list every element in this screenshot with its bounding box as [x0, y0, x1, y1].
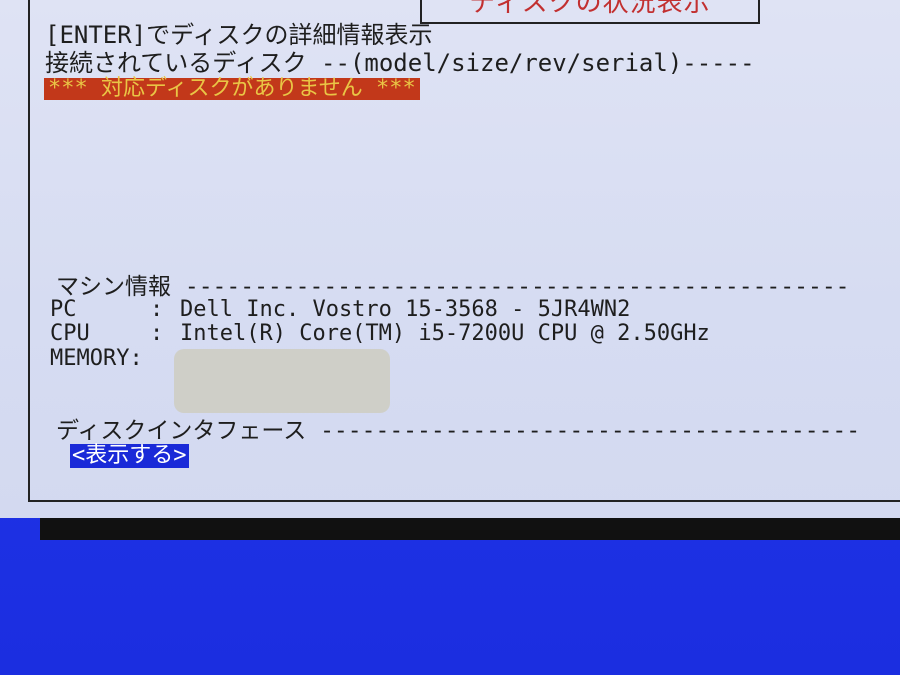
cpu-sep: :	[150, 321, 164, 346]
disk-interface-header: ディスクインタフェース ----------------------------…	[56, 418, 861, 444]
memory-label: MEMORY	[50, 346, 130, 371]
cpu-value: Intel(R) Core(TM) i5-7200U CPU @ 2.50GHz	[180, 321, 710, 346]
no-disk-warning: *** 対応ディスクがありません ***	[44, 78, 420, 100]
pc-label: PC	[50, 297, 77, 322]
redacted-memory-value	[174, 349, 390, 413]
cpu-label: CPU	[50, 321, 90, 346]
dialog-title: ディスクの状況表示	[469, 0, 711, 18]
pc-row: PC: Dell Inc. Vostro 15-3568 - 5JR4WN2	[50, 298, 630, 322]
title-box: ディスクの状況表示	[420, 0, 760, 24]
screen: ディスクの状況表示 [ENTER]でディスクの詳細情報表示 接続されているディス…	[0, 0, 900, 675]
memory-row: MEMORY:	[50, 347, 143, 371]
disk-status-dialog: ディスクの状況表示 [ENTER]でディスクの詳細情報表示 接続されているディス…	[0, 0, 900, 518]
pc-value: Dell Inc. Vostro 15-3568 - 5JR4WN2	[180, 297, 631, 322]
pc-sep: :	[150, 297, 164, 322]
instruction-text: [ENTER]でディスクの詳細情報表示	[45, 21, 433, 49]
connected-disks-header: 接続されているディスク --(model/size/rev/serial)---…	[45, 49, 755, 77]
memory-sep: :	[129, 346, 143, 371]
cpu-row: CPU: Intel(R) Core(TM) i5-7200U CPU @ 2.5…	[50, 322, 710, 346]
show-interface-button[interactable]: <表示する>	[70, 444, 189, 468]
